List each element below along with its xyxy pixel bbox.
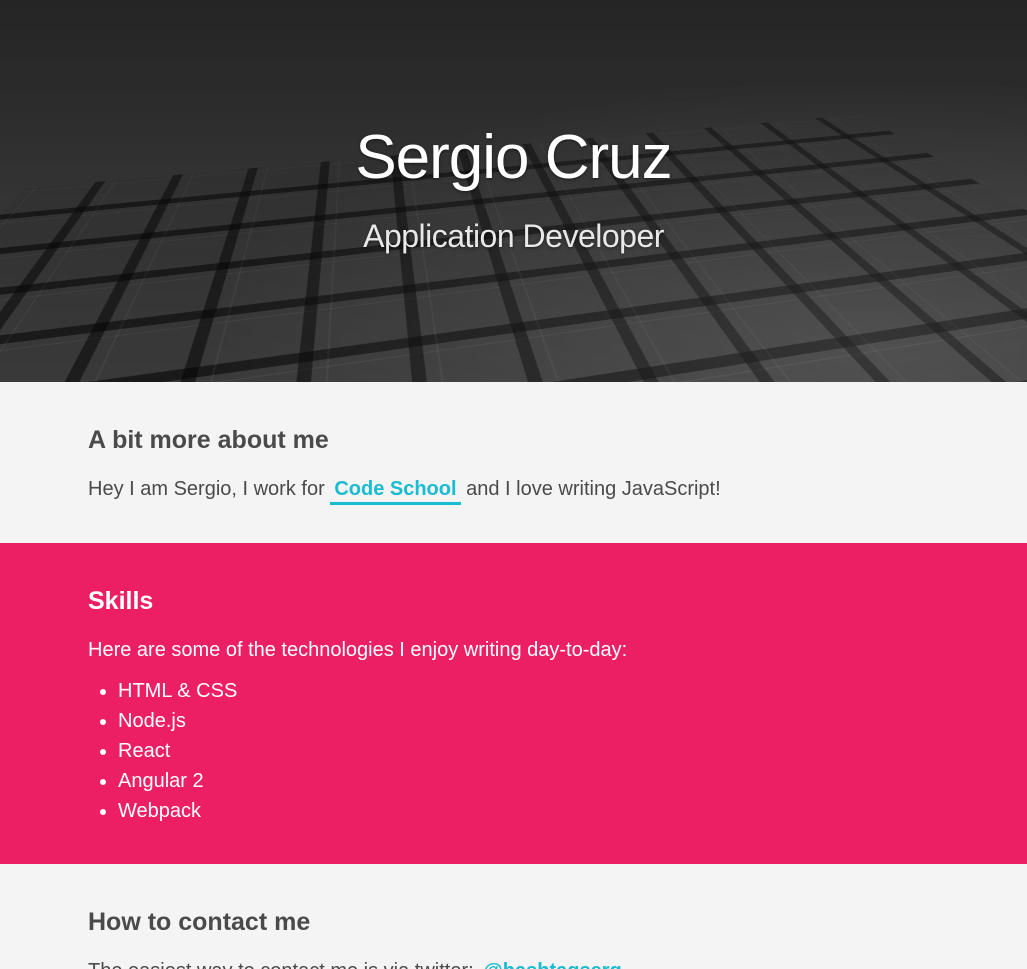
about-text-after: and I love writing JavaScript!	[466, 478, 721, 500]
skills-heading: Skills	[88, 587, 154, 615]
contact-text-before: The easiest way to contact me is via twi…	[88, 960, 474, 969]
skills-list-item: Webpack	[88, 796, 1027, 826]
skills-list-item: React	[88, 736, 1027, 766]
code-school-link[interactable]: Code School	[330, 478, 461, 505]
twitter-handle-link[interactable]: @hashtagserg	[479, 960, 625, 969]
hero-banner: Sergio Cruz Application Developer	[0, 0, 1027, 382]
skills-list: HTML & CSS Node.js React Angular 2 Webpa…	[88, 676, 1027, 826]
about-text: Hey I am Sergio, I work for Code School …	[88, 477, 1027, 505]
skills-list-item: Node.js	[88, 706, 1027, 736]
about-heading: A bit more about me	[88, 426, 329, 454]
skills-intro: Here are some of the technologies I enjo…	[88, 639, 628, 661]
about-section: A bit more about me Hey I am Sergio, I w…	[0, 382, 1027, 543]
contact-text: The easiest way to contact me is via twi…	[88, 959, 1027, 969]
page-subtitle: Application Developer	[363, 218, 664, 254]
skills-section: Skills Here are some of the technologies…	[0, 543, 1027, 864]
skills-list-item: HTML & CSS	[88, 676, 1027, 706]
about-text-before: Hey I am Sergio, I work for	[88, 478, 325, 500]
page-title: Sergio Cruz	[355, 123, 672, 192]
contact-section: How to contact me The easiest way to con…	[0, 864, 1027, 969]
skills-list-item: Angular 2	[88, 766, 1027, 796]
contact-heading: How to contact me	[88, 908, 311, 936]
